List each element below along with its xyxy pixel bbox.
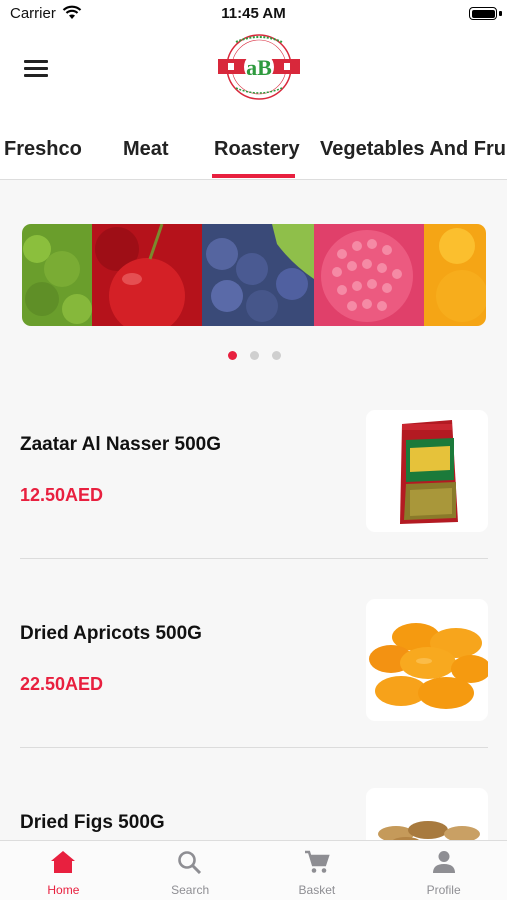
product-item-dried-apricots[interactable]: Dried Apricots 500G 22.50AED [20, 559, 488, 748]
home-icon [51, 851, 76, 873]
carousel-dot-1[interactable] [228, 351, 237, 360]
hamburger-menu-icon[interactable] [24, 60, 48, 80]
produce-banner-image [22, 224, 486, 326]
logo-text: aB [246, 55, 272, 80]
category-tabs: Freshco Meat Roastery Vegetables And Fru… [0, 110, 507, 180]
product-item-zaatar[interactable]: Zaatar Al Nasser 500G 12.50AED [20, 370, 488, 559]
tab-bar-profile-label: Profile [426, 883, 461, 897]
app-header: aB [0, 30, 507, 110]
product-name: Dried Apricots 500G [20, 623, 202, 644]
tab-roastery[interactable]: Roastery [214, 138, 300, 161]
profile-icon [432, 851, 455, 873]
carousel-dot-3[interactable] [272, 351, 281, 360]
battery-icon [469, 7, 497, 20]
promo-banner[interactable] [22, 224, 486, 326]
tab-bar-home-label: Home [47, 883, 80, 897]
brand-logo: aB [214, 30, 304, 105]
search-icon [178, 851, 202, 874]
tab-vegetables-and-fruits[interactable]: Vegetables And Fruits [320, 138, 507, 161]
product-price: 12.50AED [20, 485, 104, 505]
tab-bar-search-label: Search [171, 883, 210, 897]
product-image-zaatar [366, 410, 488, 532]
product-price: 22.50AED [20, 674, 104, 694]
tab-meat[interactable]: Meat [123, 138, 169, 161]
cart-icon [304, 850, 330, 873]
status-bar: Carrier 11:45 AM [0, 0, 507, 30]
battery-tip [499, 11, 502, 16]
tab-bar-basket[interactable]: Basket [254, 841, 381, 900]
tab-freshco[interactable]: Freshco [4, 138, 82, 161]
product-name: Zaatar Al Nasser 500G [20, 434, 222, 455]
product-name: Dried Figs 500G [20, 812, 165, 833]
active-tab-indicator [212, 174, 295, 178]
tab-bar-search[interactable]: Search [127, 841, 254, 900]
carousel-dot-2[interactable] [250, 351, 259, 360]
product-image-dried-apricots [366, 599, 488, 721]
tab-bar-home[interactable]: Home [0, 841, 127, 900]
tab-bar-profile[interactable]: Profile [380, 841, 507, 900]
clock: 11:45 AM [221, 5, 286, 22]
bottom-tab-bar: Home Search Basket Profile [0, 840, 507, 900]
tab-bar-basket-label: Basket [298, 883, 336, 897]
carousel-pagination [228, 351, 281, 360]
